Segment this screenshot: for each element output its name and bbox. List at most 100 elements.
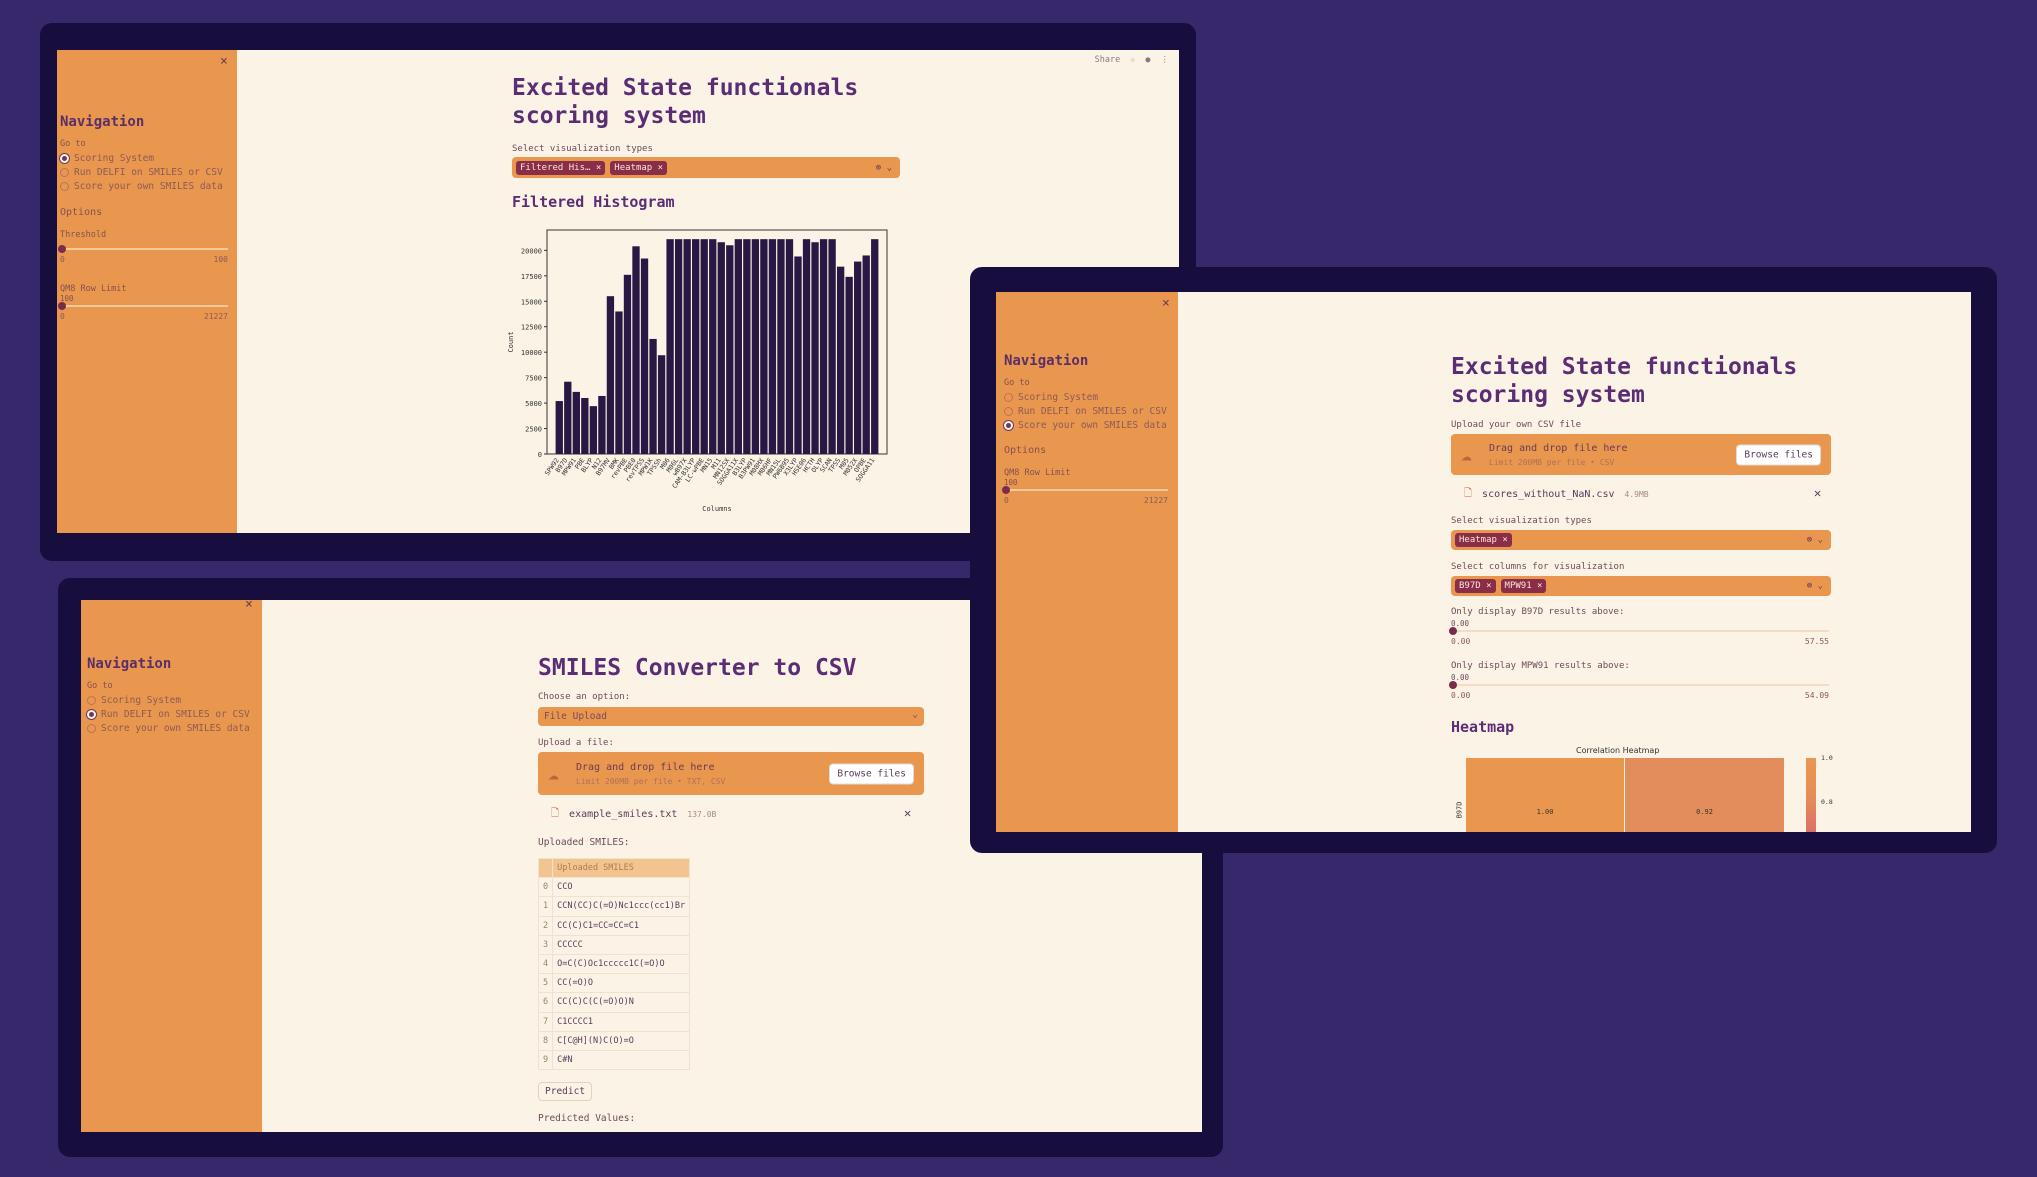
histogram-bar [657, 355, 666, 454]
nav-option-scoring[interactable]: Scoring System [60, 153, 223, 164]
smiles-cell: C#N [552, 1049, 691, 1071]
cols-multiselect[interactable]: B97D × MPW91 × ⊗ ⌄ [1451, 576, 1831, 596]
clear-chevron-icon[interactable]: ⊗ ⌄ [1807, 581, 1823, 591]
histogram-bar [717, 242, 725, 454]
histogram-bar [726, 245, 734, 454]
file-dropzone[interactable]: ☁ Drag and drop file here Limit 200MB pe… [1451, 434, 1831, 475]
smiles-cell: CCCCC [552, 934, 691, 955]
file-name: scores_without_NaN.csv [1482, 489, 1615, 500]
qm8-slider[interactable] [58, 302, 228, 310]
table-row: 1 CCN(CC)C(=O)Nc1ccc(cc1)Br [537, 896, 691, 917]
star-icon[interactable]: ☆ [1130, 55, 1135, 65]
mpw91-slider[interactable] [1449, 681, 1829, 689]
heatmap-title: Correlation Heatmap [1576, 746, 1660, 755]
nav-option-score-own[interactable]: Score your own SMILES data [60, 181, 223, 192]
browse-files-button[interactable]: Browse files [1736, 444, 1821, 465]
histogram-bar [819, 239, 828, 454]
radio-icon [60, 182, 69, 191]
col-tag[interactable]: B97D × [1455, 579, 1496, 593]
smiles-cell: CCO [552, 877, 691, 898]
nav-option-score-own[interactable]: Score your own SMILES data [87, 723, 250, 734]
more-menu-icon[interactable]: ⋮ [1161, 55, 1170, 65]
threshold-slider[interactable] [58, 245, 228, 253]
qm8-slider[interactable] [1002, 486, 1168, 494]
histogram-bar [700, 239, 708, 454]
mpw91-slider-group: Only display MPW91 results above: 0.00 0… [1449, 661, 1829, 700]
nav-option-scoring[interactable]: Scoring System [1004, 392, 1167, 403]
file-dropzone[interactable]: ☁ Drag and drop file here Limit 200MB pe… [538, 752, 924, 795]
radio-icon [1004, 393, 1013, 402]
smiles-cell: CC(C)C1=CC=CC=C1 [552, 915, 691, 936]
mpw91-value: 0.00 [1451, 673, 1470, 682]
nav-option-run-delfi[interactable]: Run DELFI on SMILES or CSV [60, 167, 223, 178]
y-tick-label: 7500 [525, 375, 542, 383]
tag-label: B97D [1459, 581, 1481, 591]
histogram-bar [845, 276, 853, 454]
y-tick-label: 17500 [521, 273, 542, 281]
clear-chevron-icon[interactable]: ⊗ ⌄ [1807, 535, 1823, 545]
smiles-cell: CCN(CC)C(=O)Nc1ccc(cc1)Br [552, 896, 691, 917]
slider-handle[interactable] [1449, 681, 1457, 689]
threshold-slider-group: Threshold 0 100 [58, 230, 228, 264]
sidebar: × Navigation Go to Scoring System Run DE… [57, 50, 237, 533]
share-button[interactable]: Share [1095, 55, 1121, 65]
mpw91-label: Only display MPW91 results above: [1451, 661, 1630, 671]
slider-handle[interactable] [58, 302, 66, 310]
viz-tag[interactable]: Heatmap × [610, 160, 668, 175]
slider-handle[interactable] [1002, 486, 1010, 494]
row-index: 4 [537, 953, 554, 975]
viz-multiselect[interactable]: Filtered His… × Heatmap × ⊗ ⌄ [512, 157, 900, 178]
row-index: 3 [537, 934, 554, 955]
histogram-bar [836, 266, 845, 454]
viz-multiselect[interactable]: Heatmap × ⊗ ⌄ [1451, 530, 1831, 550]
heatmap-cell: 1.00 [1466, 758, 1624, 832]
tag-label: Heatmap [1459, 535, 1497, 545]
tag-label: Filtered His… [520, 162, 591, 173]
nav-option-label: Scoring System [1018, 392, 1099, 403]
nav-option-run-delfi[interactable]: Run DELFI on SMILES or CSV [1004, 406, 1167, 417]
nav-option-scoring[interactable]: Scoring System [87, 695, 250, 706]
nav-option-run-delfi[interactable]: Run DELFI on SMILES or CSV [87, 709, 250, 720]
table-row: 7 C1CCCC1 [537, 1011, 691, 1032]
remove-file-icon[interactable]: ✕ [904, 806, 911, 820]
viz-tag[interactable]: Filtered His… × [516, 160, 606, 175]
browse-files-button[interactable]: Browse files [829, 763, 914, 784]
viz-label: Select visualization types [1451, 516, 1592, 526]
b97d-slider[interactable] [1449, 627, 1829, 635]
github-icon[interactable]: ● [1145, 55, 1150, 65]
row-index: 8 [537, 1030, 554, 1051]
cols-label: Select columns for visualization [1451, 562, 1625, 572]
smiles-table: Uploaded SMILES 0 CCO 1 CCN(CC)C(=O)Nc1ccc(… [537, 857, 691, 1071]
y-tick-label: 20000 [521, 247, 542, 255]
title-line: scoring system [512, 102, 706, 129]
close-sidebar-icon[interactable]: × [245, 600, 253, 612]
window-score-own-data: × Navigation Go to Scoring System Run DE… [996, 292, 1971, 832]
y-tick-label: 10000 [521, 349, 542, 357]
close-sidebar-icon[interactable]: × [1162, 296, 1170, 311]
title-line: Excited State functionals [512, 75, 859, 101]
histogram-bar [666, 239, 674, 454]
remove-file-icon[interactable]: ✕ [1814, 486, 1821, 500]
histogram-bar [555, 401, 563, 454]
choose-option-select[interactable]: File Upload ⌄ [538, 707, 924, 726]
col-tag[interactable]: MPW91 × [1500, 579, 1547, 593]
file-icon: 🗋 [551, 808, 560, 819]
nav-option-score-own[interactable]: Score your own SMILES data [1004, 420, 1167, 431]
viz-tag[interactable]: Heatmap × [1455, 533, 1512, 547]
y-tick-label: 2500 [525, 426, 542, 434]
options-label: Options [60, 207, 103, 218]
clear-chevron-icon[interactable]: ⊗ ⌄ [876, 163, 892, 173]
row-index: 1 [537, 896, 554, 917]
predict-button[interactable]: Predict [538, 1082, 593, 1101]
histogram-bar [640, 258, 649, 454]
colorbar-tick: 0.8 [1821, 798, 1833, 806]
close-sidebar-icon[interactable]: × [220, 54, 228, 69]
row-index: 9 [537, 1049, 554, 1071]
table-row: 4 O=C(C)Oc1ccccc1C(=O)O [537, 953, 691, 975]
histogram-bar [683, 239, 691, 454]
histogram-bar [606, 296, 615, 454]
slider-handle[interactable] [1449, 627, 1457, 635]
x-axis-label: Columns [702, 505, 732, 513]
slider-handle[interactable] [58, 245, 66, 253]
histogram-bar [692, 239, 700, 454]
